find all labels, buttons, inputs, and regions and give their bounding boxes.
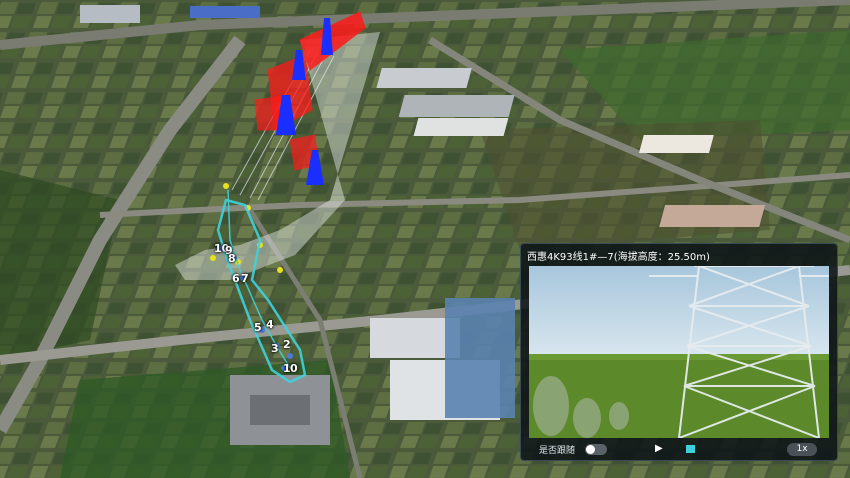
playback-controls: 是否跟随 ▶ 1x: [521, 440, 837, 460]
speed-button[interactable]: 1x: [787, 443, 817, 456]
waypoint-4-label[interactable]: 4: [266, 318, 274, 331]
waypoint-3-label[interactable]: 3: [271, 342, 279, 355]
play-icon[interactable]: ▶: [655, 443, 663, 454]
camera-preview-panel: 西惠4K93线1#—7(海拔高度：25.50m) 是否跟随 ▶ 1x: [520, 243, 838, 461]
waypoint-6-label[interactable]: 6: [232, 272, 240, 285]
camera-preview-view: [529, 266, 829, 438]
follow-label: 是否跟随: [539, 446, 576, 456]
stop-icon[interactable]: [686, 445, 695, 453]
preview-render: [529, 266, 829, 438]
waypoint-0-label[interactable]: 0: [290, 362, 298, 375]
follow-toggle[interactable]: [585, 444, 607, 455]
panel-title: 西惠4K93线1#—7(海拔高度：25.50m): [527, 252, 710, 263]
waypoint-5-label[interactable]: 5: [254, 321, 262, 334]
toggle-knob: [586, 445, 595, 454]
waypoint-7-label[interactable]: 7: [241, 272, 249, 285]
waypoint-2-label[interactable]: 2: [283, 338, 291, 351]
waypoint-8-label[interactable]: 8: [228, 252, 236, 265]
